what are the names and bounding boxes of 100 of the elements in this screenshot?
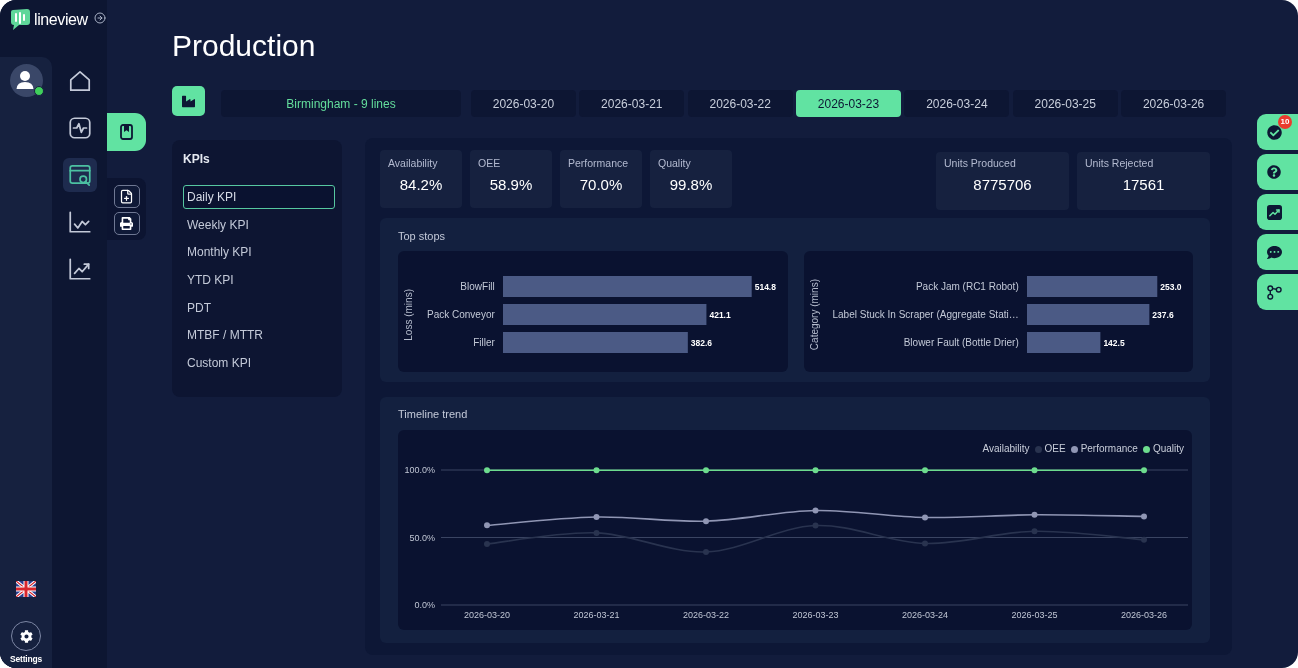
tick-label: 100.0% bbox=[404, 465, 435, 475]
section-title: Timeline trend bbox=[398, 407, 468, 421]
axis-title: Category (mins) bbox=[808, 278, 821, 351]
kpi-label: Performance bbox=[568, 157, 629, 170]
kpi-value: 70.0% bbox=[579, 176, 623, 194]
chat-tab[interactable] bbox=[1257, 234, 1298, 270]
chat-bubble-icon bbox=[1267, 244, 1282, 260]
settings-button[interactable]: Settings bbox=[10, 621, 42, 664]
kpi-label: Quality bbox=[658, 157, 691, 170]
notification-count: 10 bbox=[1278, 115, 1292, 129]
tick-label: 2026-03-22 bbox=[683, 610, 729, 620]
section-title: Top stops bbox=[398, 229, 446, 243]
data-point bbox=[593, 467, 600, 474]
data-point bbox=[484, 522, 490, 529]
category-label: Pack Conveyor bbox=[427, 308, 495, 322]
add-file-button[interactable] bbox=[113, 185, 140, 208]
tick-label: 2026-03-20 bbox=[464, 610, 510, 620]
tick-label: 2026-03-21 bbox=[573, 610, 620, 620]
help-tab[interactable] bbox=[1257, 154, 1298, 190]
page-title: Production bbox=[172, 28, 316, 64]
value-label: 514.8 bbox=[754, 281, 776, 292]
kpi-menu-item[interactable]: MTBF / MTTR bbox=[183, 323, 335, 348]
data-point bbox=[1031, 467, 1038, 474]
data-point bbox=[1141, 513, 1147, 520]
value-label: 142.5 bbox=[1103, 337, 1125, 348]
tick-label: 2026-03-23 bbox=[792, 610, 839, 620]
tick-label: 0.0% bbox=[414, 600, 435, 610]
arrow-circle-button[interactable] bbox=[93, 12, 106, 24]
data-point bbox=[922, 514, 928, 521]
help-icon bbox=[1267, 165, 1281, 179]
data-point bbox=[593, 529, 600, 536]
legend-label: Availability bbox=[982, 443, 1030, 455]
data-point bbox=[1031, 528, 1038, 535]
category-label: Filler bbox=[473, 336, 495, 350]
data-point bbox=[703, 467, 709, 474]
legend-label: Performance bbox=[1080, 443, 1138, 455]
data-point bbox=[922, 540, 928, 547]
axis-title: Loss (mins) bbox=[403, 288, 415, 341]
category-label: Label Stuck In Scraper (Aggregate Stati… bbox=[832, 308, 1019, 322]
kpi-menu-item[interactable]: Daily KPI bbox=[183, 185, 335, 209]
units-value: 17561 bbox=[1122, 176, 1165, 194]
date-tab[interactable]: 2026-03-24 bbox=[904, 90, 1010, 117]
kpi-menu-item[interactable]: Custom KPI bbox=[183, 351, 335, 376]
category-label: BlowFill bbox=[460, 280, 495, 294]
factory-button[interactable] bbox=[172, 86, 205, 116]
bookmark-document-icon bbox=[120, 124, 133, 140]
data-point bbox=[812, 507, 819, 514]
value-label: 253.0 bbox=[1160, 281, 1182, 292]
date-tab[interactable]: 2026-03-23 bbox=[796, 90, 901, 117]
file-plus-icon bbox=[119, 189, 134, 204]
date-tab[interactable]: 2026-03-22 bbox=[687, 90, 793, 117]
site-selector[interactable]: Birmingham - 9 lines bbox=[221, 90, 461, 117]
kpi-menu-item[interactable]: YTD KPI bbox=[183, 268, 335, 293]
legend-label: Quality bbox=[1152, 443, 1184, 455]
data-point bbox=[1031, 511, 1038, 518]
date-tab[interactable]: 2026-03-25 bbox=[1012, 90, 1118, 117]
category-label: Pack Jam (RC1 Robot) bbox=[915, 280, 1019, 294]
printer-icon bbox=[120, 217, 133, 230]
data-point bbox=[1141, 536, 1147, 543]
value-label: 382.6 bbox=[690, 337, 712, 348]
data-point bbox=[484, 467, 490, 474]
units-label: Units Rejected bbox=[1085, 157, 1154, 170]
arrow-circle-icon bbox=[93, 12, 106, 24]
avatar-icon[interactable] bbox=[9, 64, 43, 97]
bookmark-tab[interactable] bbox=[107, 113, 146, 151]
brand-name: lineview bbox=[34, 10, 88, 30]
flow-tab[interactable] bbox=[1257, 274, 1298, 310]
data-point bbox=[812, 522, 819, 529]
legend-label: OEE bbox=[1044, 443, 1066, 455]
logo-icon bbox=[9, 8, 31, 31]
units-label: Units Produced bbox=[944, 157, 1016, 170]
data-point bbox=[593, 514, 600, 520]
flag-icon[interactable] bbox=[16, 581, 36, 597]
kpi-label: Availability bbox=[388, 157, 438, 170]
tasks-tab[interactable]: 10 bbox=[1257, 114, 1298, 150]
data-point bbox=[1141, 467, 1147, 474]
tick-label: 2026-03-26 bbox=[1121, 610, 1167, 620]
tick-label: 2026-03-24 bbox=[902, 610, 948, 620]
data-point bbox=[812, 467, 819, 474]
nodes-icon bbox=[1267, 284, 1282, 300]
kpi-menu-item[interactable]: Monthly KPI bbox=[183, 240, 335, 265]
date-tab[interactable]: 2026-03-20 bbox=[471, 90, 576, 117]
chart-square-icon bbox=[1267, 204, 1282, 220]
kpi-label: OEE bbox=[478, 157, 501, 170]
data-point bbox=[703, 518, 709, 525]
date-tab[interactable]: 2026-03-26 bbox=[1121, 90, 1226, 117]
units-value: 8775706 bbox=[973, 176, 1032, 194]
trend-chart-icon bbox=[66, 256, 93, 282]
kpi-menu-item[interactable]: Weekly KPI bbox=[183, 212, 335, 237]
date-tab[interactable]: 2026-03-21 bbox=[579, 90, 685, 117]
data-point bbox=[703, 548, 709, 555]
print-button[interactable] bbox=[113, 212, 140, 235]
chart-tab[interactable] bbox=[1257, 194, 1298, 230]
data-point bbox=[922, 467, 928, 474]
kpi-menu-item[interactable]: PDT bbox=[183, 295, 335, 320]
line-chart-icon bbox=[66, 209, 93, 235]
window-search-icon bbox=[66, 162, 93, 188]
kpi-menu-title: KPIs bbox=[183, 152, 210, 166]
tick-label: 50.0% bbox=[409, 532, 435, 543]
reports-nav-button[interactable] bbox=[62, 158, 97, 192]
